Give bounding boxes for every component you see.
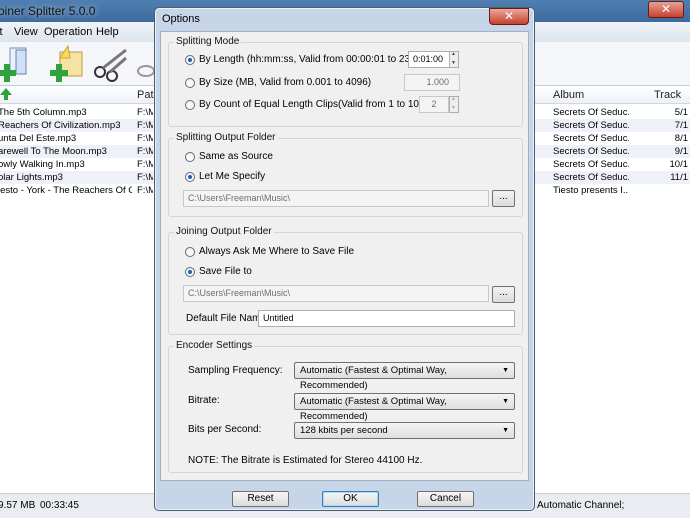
join-output-path[interactable]: C:\Users\Freeman\Music\ — [183, 285, 489, 302]
cancel-button[interactable]: Cancel — [417, 491, 474, 507]
file-album: Secrets Of Seduc... — [553, 146, 629, 157]
default-file-name-input[interactable]: Untitled — [258, 310, 515, 327]
dialog-close-button[interactable]: ✕ — [489, 8, 529, 25]
column-track[interactable]: Track — [654, 89, 681, 101]
by-count-radio[interactable] — [185, 100, 195, 110]
by-length-label: By Length (hh:mm:ss, Valid from 00:00:01… — [199, 54, 442, 65]
up-arrow-icon[interactable] — [0, 88, 12, 103]
joining-output-title: Joining Output Folder — [174, 226, 274, 237]
split-output-browse-button[interactable]: ... — [492, 190, 515, 207]
splitting-output-title: Splitting Output Folder — [174, 132, 278, 143]
file-path: F:\M — [137, 120, 153, 131]
splitting-mode-title: Splitting Mode — [174, 36, 242, 47]
by-count-label: By Count of Equal Length Clips(Valid fro… — [199, 99, 439, 110]
bitrate-note: NOTE: The Bitrate is Estimated for Stere… — [188, 455, 423, 466]
bits-per-second-label: Bits per Second: — [188, 424, 262, 435]
file-name: arewell To The Moon.mp3 — [0, 146, 107, 157]
chevron-down-icon: ▼ — [502, 367, 509, 374]
ok-button[interactable]: OK — [322, 491, 379, 507]
by-size-radio[interactable] — [185, 78, 195, 88]
save-file-to-label: Save File to — [199, 266, 252, 277]
chevron-down-icon: ▼ — [502, 398, 509, 405]
file-album: Tiesto presents I... — [553, 185, 629, 196]
by-count-spinner[interactable] — [449, 96, 459, 113]
bits-per-second-select[interactable]: 128 kbits per second ▼ — [294, 422, 515, 439]
chevron-down-icon: ▼ — [502, 427, 509, 434]
file-name: olar Lights.mp3 — [0, 172, 63, 183]
menu-edit[interactable]: it — [0, 26, 3, 38]
file-track: 8/1 — [674, 133, 688, 144]
bitrate-label: Bitrate: — [188, 395, 220, 406]
menu-operation[interactable]: Operation — [44, 26, 92, 38]
menu-view[interactable]: View — [14, 26, 38, 38]
file-path: F:\M — [137, 133, 153, 144]
file-name: The 5th Column.mp3 — [0, 107, 87, 118]
options-dialog: Options ✕ Splitting Mode By Length (hh:m… — [154, 7, 535, 511]
file-album: Secrets Of Seduc... — [553, 159, 629, 170]
file-album: Secrets Of Seduc... — [553, 120, 629, 131]
join-icon[interactable] — [134, 44, 155, 84]
dialog-body: Splitting Mode By Length (hh:mm:ss, Vali… — [160, 31, 529, 481]
split-output-path[interactable]: C:\Users\Freeman\Music\ — [183, 190, 489, 207]
file-track: 7/1 — [674, 120, 688, 131]
file-path: F:\M — [137, 172, 153, 183]
reset-button[interactable]: Reset — [232, 491, 289, 507]
app-close-button[interactable]: ✕ — [648, 1, 684, 18]
file-name: Reachers Of Civilization.mp3 — [0, 120, 121, 131]
file-name: unta Del Este.mp3 — [0, 133, 77, 144]
file-track: 5/1 — [674, 107, 688, 118]
by-length-radio[interactable] — [185, 55, 195, 65]
dialog-title: Options — [162, 13, 200, 25]
file-name: iesto - York - The Reachers Of Civi... — [0, 185, 132, 196]
file-path: F:\M — [137, 185, 153, 196]
always-ask-label: Always Ask Me Where to Save File — [199, 246, 355, 257]
file-path: F:\M — [137, 159, 153, 170]
file-album: Secrets Of Seduc... — [553, 172, 629, 183]
let-me-specify-radio[interactable] — [185, 172, 195, 182]
bitrate-select[interactable]: Automatic (Fastest & Optimal Way, Recomm… — [294, 393, 515, 422]
sampling-frequency-label: Sampling Frequency: — [188, 365, 283, 376]
by-length-input[interactable]: 0:01:00 — [408, 51, 450, 68]
by-count-input[interactable]: 2 — [419, 96, 449, 113]
status-duration: 00:33:45 — [40, 500, 79, 511]
sampling-frequency-select[interactable]: Automatic (Fastest & Optimal Way, Recomm… — [294, 362, 515, 391]
always-ask-radio[interactable] — [185, 247, 195, 257]
bits-per-second-value: 128 kbits per second — [300, 425, 388, 436]
scissors-icon[interactable] — [92, 44, 130, 84]
file-album: Secrets Of Seduc... — [553, 107, 629, 118]
file-track: 10/1 — [669, 159, 689, 170]
same-as-source-radio[interactable] — [185, 152, 195, 162]
file-path: F:\M — [137, 107, 153, 118]
file-path: F:\M — [137, 146, 153, 157]
file-album: Secrets Of Seduc... — [553, 133, 629, 144]
app-title: oiner Splitter 5.0.0 — [0, 4, 96, 18]
file-name: owly Walking In.mp3 — [0, 159, 85, 170]
add-folder-icon[interactable] — [48, 44, 86, 84]
status-channel: Automatic Channel; — [537, 500, 625, 511]
save-file-to-radio[interactable] — [185, 267, 195, 277]
file-track: 11/1 — [670, 172, 688, 183]
by-size-label: By Size (MB, Valid from 0.001 to 4096) — [199, 77, 372, 88]
join-output-browse-button[interactable]: ... — [492, 286, 515, 303]
column-album[interactable]: Album — [553, 89, 584, 101]
file-track: 9/1 — [674, 146, 688, 157]
default-file-name-label: Default File Name: — [186, 313, 269, 324]
menu-help[interactable]: Help — [96, 26, 119, 38]
encoder-settings-title: Encoder Settings — [174, 340, 255, 351]
status-size: 9.57 MB — [0, 500, 36, 511]
let-me-specify-label: Let Me Specify — [199, 171, 266, 182]
add-file-icon[interactable] — [0, 44, 34, 84]
by-length-spinner[interactable] — [449, 51, 459, 68]
same-as-source-label: Same as Source — [199, 151, 273, 162]
by-size-input[interactable]: 1.000 — [404, 74, 460, 91]
